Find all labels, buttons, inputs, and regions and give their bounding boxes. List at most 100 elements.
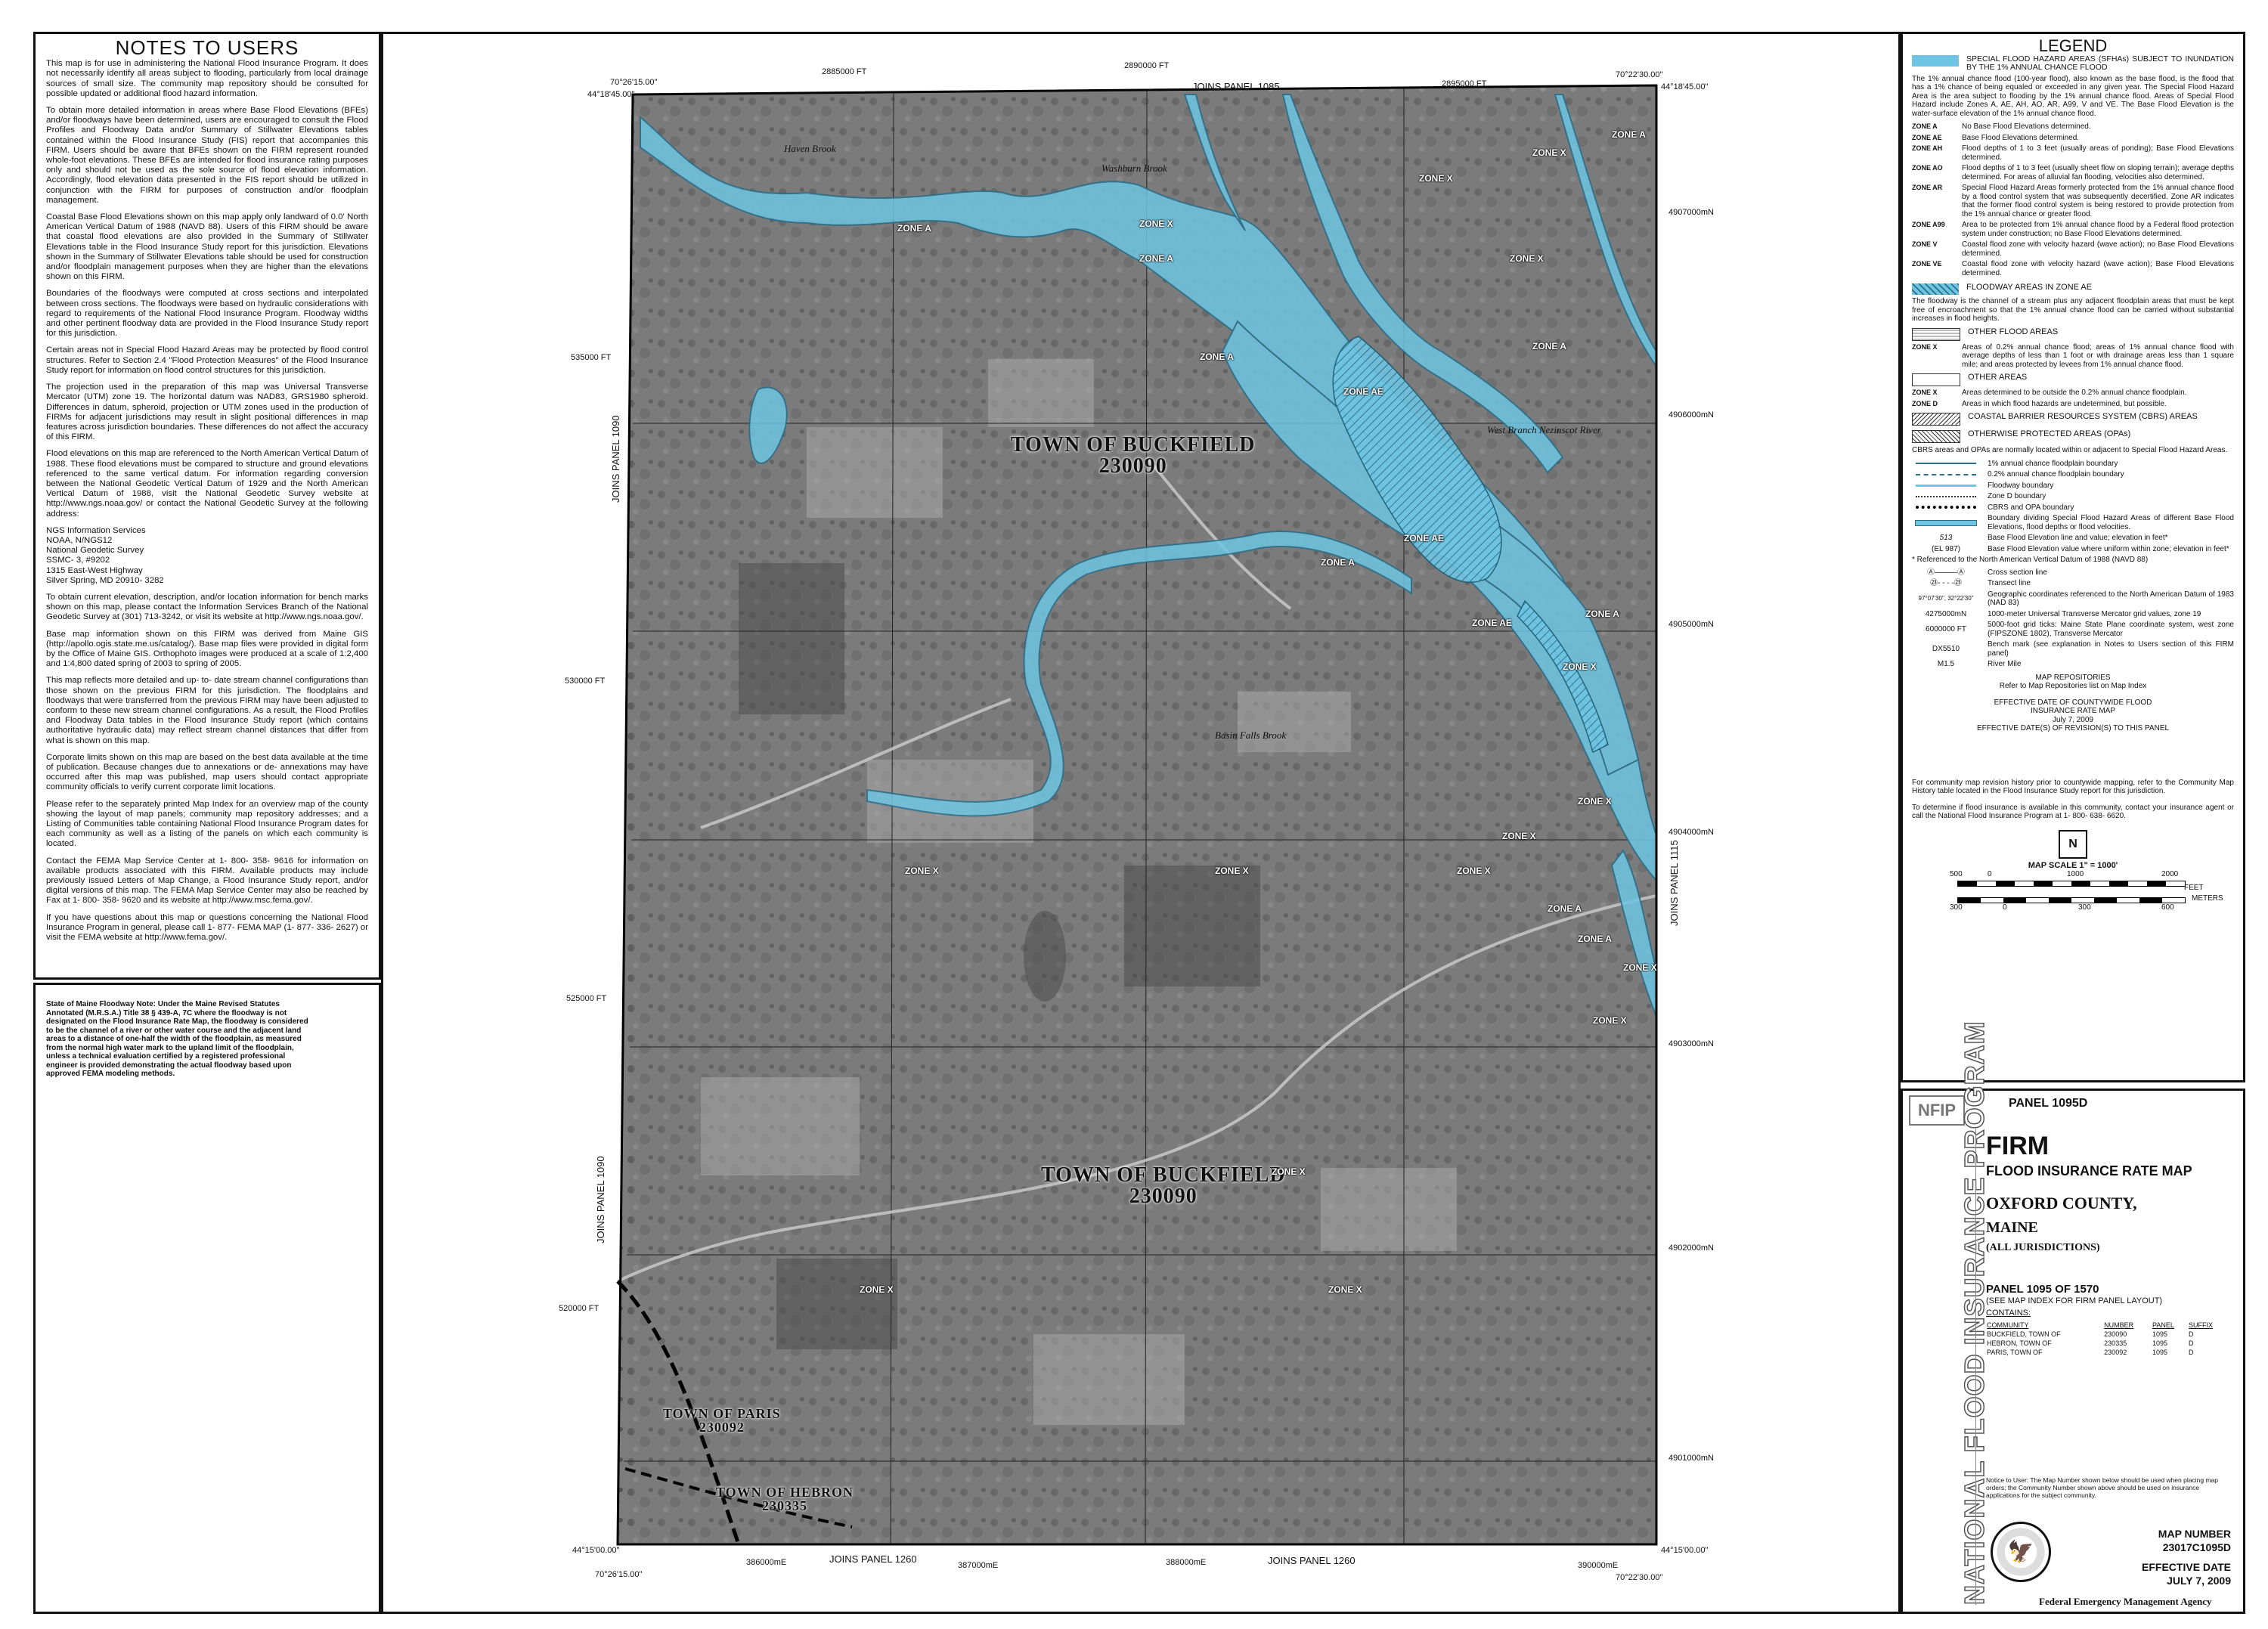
corner-bottom-left-lat: 44°15'00.00" xyxy=(572,1546,620,1555)
legend-zone-code: ZONE V xyxy=(1912,240,1938,248)
utm-right-6: 4902000mN xyxy=(1668,1243,1714,1253)
stream-label-basin-falls: Basin Falls Brook xyxy=(1215,729,1287,741)
ft-tick-left-1: 535000 FT xyxy=(571,353,612,362)
table-cell: D xyxy=(2189,1330,2194,1338)
table-row: HEBRON, TOWN OF 230335 1095 D xyxy=(1986,1339,2228,1348)
legend-line-row: Floodway boundary xyxy=(1912,482,2234,491)
notes-paragraph: Certain areas not in Special Flood Hazar… xyxy=(46,345,368,375)
corner-bottom-right-lat: 44°15'00.00" xyxy=(1661,1546,1709,1555)
zone-label: ZONE X xyxy=(1510,253,1544,264)
bfe-symbol: 513 xyxy=(1939,534,1953,542)
utm-right-4: 4904000mN xyxy=(1668,828,1714,837)
legend-zone-desc: Flood depths of 1 to 3 feet (usually she… xyxy=(1962,164,2234,181)
contains-label: CONTAINS: xyxy=(1986,1308,2031,1318)
table-cell: 1095 xyxy=(2152,1330,2168,1338)
legend-zone-desc: No Base Flood Elevations determined. xyxy=(1962,122,2091,131)
legend-zone-desc: Area to be protected from 1% annual chan… xyxy=(1962,221,2234,238)
utm-right-3: 4905000mN xyxy=(1668,620,1714,629)
table-cell: PARIS, TOWN OF xyxy=(1987,1349,2043,1356)
legend-line-symbol xyxy=(1912,482,1980,491)
firm-heading: FIRM xyxy=(1986,1132,2050,1160)
notes-body: This map is for use in administering the… xyxy=(46,59,368,943)
zone-label: ZONE A xyxy=(1200,352,1234,362)
zone-label: ZONE X xyxy=(905,866,939,876)
legend-line-symbol xyxy=(1912,492,1980,501)
bfe-line-desc: Base Flood Elevation line and value; ele… xyxy=(1988,534,2168,542)
insurance-note: To determine if flood insurance is avail… xyxy=(1912,803,2234,821)
town-label-paris: TOWN OF PARIS 230092 xyxy=(663,1406,781,1435)
zone-label: ZONE A xyxy=(897,223,931,234)
cbrs-title: COASTAL BARRIER RESOURCES SYSTEM (CBRS) … xyxy=(1968,412,2198,421)
other-area-desc-2: Areas in which flood hazards are undeter… xyxy=(1962,399,2167,408)
notes-paragraph: Corporate limits shown on this map are b… xyxy=(46,752,368,792)
legend-line-list: 1% annual chance floodplain boundary 0.2%… xyxy=(1912,460,2234,513)
legend-zone-code: ZONE AO xyxy=(1912,164,1943,172)
boundary-symbol xyxy=(1912,514,1980,531)
legend-zone-code: ZONE A99 xyxy=(1912,221,1945,228)
cross-section-desc: Cross section line xyxy=(1988,568,2047,577)
table-cell: BUCKFIELD, TOWN OF xyxy=(1987,1330,2061,1338)
join-panel-right: JOINS PANEL 1115 xyxy=(1668,840,1680,926)
legend-zone-code: ZONE AH xyxy=(1912,144,1943,152)
floodway-title: FLOODWAY AREAS IN ZONE AE xyxy=(1966,283,2093,292)
utm-right-2: 4906000mN xyxy=(1668,410,1714,420)
map-scale-title: MAP SCALE 1" = 1000' xyxy=(2028,860,2118,870)
repositories-desc: Refer to Map Repositories list on Map In… xyxy=(1999,682,2147,690)
notes-paragraph: If you have questions about this map or … xyxy=(46,912,368,943)
transect-desc: Transect line xyxy=(1988,579,2031,587)
ft-tick-top-2: 2890000 FT xyxy=(1124,61,1170,70)
opa-title: OTHERWISE PROTECTED AREAS (OPAs) xyxy=(1968,429,2131,438)
utm-symbol: 4275000mN xyxy=(1925,609,1967,618)
table-row: BUCKFIELD, TOWN OF 230090 1095 D xyxy=(1986,1330,2228,1339)
legend-zone-code: ZONE VE xyxy=(1912,260,1942,268)
notes-paragraph: Base map information shown on this FIRM … xyxy=(46,629,368,669)
zone-label: ZONE X xyxy=(1593,1015,1627,1026)
notes-paragraph: To obtain current elevation, description… xyxy=(46,592,368,622)
boundary-desc: Boundary dividing Special Flood Hazard A… xyxy=(1988,514,2234,531)
other-area-code-2: ZONE D xyxy=(1912,399,1938,407)
zone-label: ZONE A xyxy=(1139,253,1173,264)
utm-bottom-3: 388000mE xyxy=(1166,1558,1207,1567)
notes-paragraph: Boundaries of the floodways were compute… xyxy=(46,289,368,339)
community-table: COMMUNITY NUMBER PANEL SUFFIX BUCKFIELD, TO… xyxy=(1986,1321,2228,1357)
effective-date: JULY 7, 2009 xyxy=(2167,1575,2231,1587)
panel-number-header: PANEL 1095D xyxy=(2009,1097,2088,1110)
notes-to-users-panel: NOTES TO USERS This map is for use in ad… xyxy=(33,32,381,980)
legend-zone-desc: Flood depths of 1 to 3 feet (usually are… xyxy=(1962,144,2234,162)
ft-tick-left-2: 530000 FT xyxy=(565,677,606,686)
stream-label-haven-brook: Haven Brook xyxy=(784,143,836,154)
map-image[interactable] xyxy=(383,34,1898,1612)
zone-label: ZONE X xyxy=(1578,796,1612,807)
river-mile-desc: River Mile xyxy=(1988,660,2022,668)
table-cell: 230335 xyxy=(2104,1339,2127,1347)
firm-full: FLOOD INSURANCE RATE MAP xyxy=(1986,1163,2192,1178)
ft-tick-top-1: 2885000 FT xyxy=(822,67,867,76)
notice-to-user: Notice to User: The Map Number shown bel… xyxy=(1986,1476,2218,1499)
ft-symbol: 6000000 FT xyxy=(1926,624,1966,633)
table-cell: 230090 xyxy=(2104,1330,2127,1338)
legend-zone-row: ZONE A No Base Flood Elevations determine… xyxy=(1912,122,2234,132)
table-row: PARIS, TOWN OF 230092 1095 D xyxy=(1986,1348,2228,1357)
cbrs-note: CBRS areas and OPAs are normally located… xyxy=(1912,446,2228,454)
utm-bottom-1: 386000mE xyxy=(746,1558,787,1567)
zone-label: ZONE X xyxy=(1272,1166,1306,1177)
zone-label: ZONE X xyxy=(1502,831,1536,841)
effective-revision-title: EFFECTIVE DATE(S) OF REVISION(S) TO THIS… xyxy=(1976,724,2170,732)
legend-zone-row: ZONE V Coastal flood zone with velocity h… xyxy=(1912,240,2234,258)
legend-line-symbol xyxy=(1912,460,1980,469)
map-frame: JOINS PANEL 1085 JOINS PANEL 1260 JOINS … xyxy=(381,32,1901,1614)
notes-paragraph: Coastal Base Flood Elevations shown on t… xyxy=(46,212,368,282)
geo-symbol: 97°07'30", 32°22'30" xyxy=(1918,595,1974,602)
other-area-code-1: ZONE X xyxy=(1912,389,1938,396)
zone-label: ZONE X xyxy=(1215,866,1249,876)
zone-label: ZONE X xyxy=(1623,962,1657,973)
ft-tick-top-3: 2895000 FT xyxy=(1442,79,1487,88)
utm-right-7: 4901000mN xyxy=(1668,1454,1714,1463)
legend-line-desc: Zone D boundary xyxy=(1988,492,2046,500)
join-panel-bottom-left: JOINS PANEL 1260 xyxy=(829,1553,917,1565)
other-flood-desc: Areas of 0.2% annual chance flood; areas… xyxy=(1962,342,2234,369)
legend-zone-row: ZONE AR Special Flood Hazard Areas former… xyxy=(1912,184,2234,218)
effective-countywide-date: July 7, 2009 xyxy=(2053,715,2093,724)
legend-line-desc: Floodway boundary xyxy=(1988,481,2054,490)
notes-paragraph: NGS Information Services NOAA, N/NGS12 N… xyxy=(46,525,164,585)
